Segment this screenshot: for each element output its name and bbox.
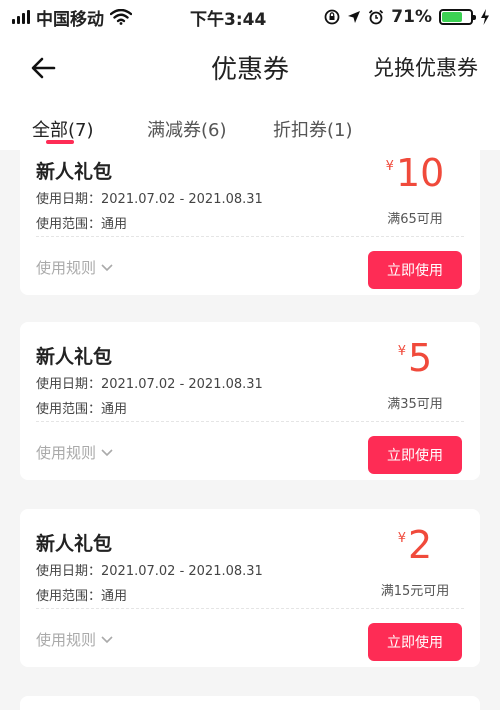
- active-tab-indicator: [46, 140, 74, 144]
- coupon-card: 新人礼包 使用日期：2021.07.02 - 2021.08.31 使用范围：通…: [20, 150, 480, 295]
- usage-rules-label: 使用规则: [36, 631, 97, 649]
- tab-discount-threshold[interactable]: 满减券(6): [147, 116, 227, 142]
- battery-percent: 71%: [391, 7, 432, 27]
- status-bar: 中国移动 下午3:44 71%: [0, 0, 500, 34]
- coupon-actions: 使用规则 立即使用: [20, 422, 480, 480]
- coupon-scope: 使用范围：通用: [36, 589, 128, 604]
- coupon-amount: 2: [408, 523, 433, 567]
- coupon-condition: 满65可用: [387, 212, 443, 227]
- coupon-date: 使用日期：2021.07.02 - 2021.08.31: [36, 192, 263, 207]
- tab-percentage-off[interactable]: 折扣券(1): [273, 116, 353, 142]
- usage-rules-label: 使用规则: [36, 259, 97, 277]
- coupon-actions: 使用规则 立即使用: [20, 609, 480, 667]
- orientation-lock-icon: [324, 9, 340, 25]
- coupon-actions: 使用规则 立即使用: [20, 237, 480, 295]
- coupon-date: 使用日期：2021.07.02 - 2021.08.31: [36, 564, 263, 579]
- tab-all[interactable]: 全部(7): [32, 116, 94, 142]
- tab-bar: 全部(7) 满减券(6) 折扣券(1): [0, 100, 500, 150]
- coupon-card: 新人礼包 使用日期：2021.07.02 - 2021.08.31 使用范围：通…: [20, 509, 480, 667]
- coupon-info: 新人礼包 使用日期：2021.07.02 - 2021.08.31 使用范围：通…: [20, 322, 480, 422]
- coupon-condition: 满35可用: [387, 397, 443, 412]
- coupon-amount: 5: [408, 336, 433, 380]
- coupon-date: 使用日期：2021.07.02 - 2021.08.31: [36, 377, 263, 392]
- coupon-title: 新人礼包: [36, 346, 113, 368]
- coupon-title: 新人礼包: [36, 161, 113, 183]
- wifi-icon: [110, 9, 132, 25]
- coupon-list: 新人礼包 使用日期：2021.07.02 - 2021.08.31 使用范围：通…: [0, 150, 500, 710]
- usage-rules-toggle[interactable]: 使用规则: [36, 257, 114, 278]
- status-right: 71%: [324, 7, 490, 27]
- coupon-price: ¥5: [350, 336, 480, 380]
- status-left: 中国移动: [12, 5, 132, 30]
- use-now-button[interactable]: 立即使用: [368, 436, 462, 474]
- nav-bar: 优惠券 兑换优惠券: [0, 34, 500, 100]
- coupon-amount: 10: [395, 151, 445, 195]
- coupon-scope: 使用范围：通用: [36, 402, 128, 417]
- currency-symbol: ¥: [385, 159, 394, 174]
- chevron-down-icon: [101, 635, 113, 643]
- location-icon: [348, 11, 361, 23]
- coupon-card-partial: [20, 696, 480, 710]
- coupon-price: ¥10: [350, 151, 480, 195]
- coupon-condition: 满15元可用: [380, 584, 450, 599]
- coupon-scope: 使用范围：通用: [36, 217, 128, 232]
- coupon-title: 新人礼包: [36, 533, 113, 555]
- currency-symbol: ¥: [397, 344, 407, 359]
- use-now-button[interactable]: 立即使用: [368, 623, 462, 661]
- signal-icon: [12, 10, 30, 24]
- battery-fill: [442, 12, 462, 22]
- redeem-coupon-button[interactable]: 兑换优惠券: [373, 52, 478, 82]
- coupon-info: 新人礼包 使用日期：2021.07.02 - 2021.08.31 使用范围：通…: [20, 509, 480, 609]
- currency-symbol: ¥: [397, 531, 407, 546]
- carrier-label: 中国移动: [36, 9, 104, 30]
- usage-rules-toggle[interactable]: 使用规则: [36, 442, 114, 463]
- usage-rules-toggle[interactable]: 使用规则: [36, 629, 114, 650]
- use-now-button[interactable]: 立即使用: [368, 251, 462, 289]
- chevron-down-icon: [101, 263, 113, 271]
- coupon-info: 新人礼包 使用日期：2021.07.02 - 2021.08.31 使用范围：通…: [20, 150, 480, 237]
- chevron-down-icon: [101, 448, 113, 456]
- usage-rules-label: 使用规则: [36, 444, 97, 462]
- alarm-icon: [369, 9, 384, 25]
- coupon-price: ¥2: [350, 523, 480, 567]
- status-time: 下午3:44: [190, 9, 267, 30]
- charging-icon: [481, 9, 489, 25]
- battery-icon: [439, 9, 476, 25]
- coupon-card: 新人礼包 使用日期：2021.07.02 - 2021.08.31 使用范围：通…: [20, 322, 480, 480]
